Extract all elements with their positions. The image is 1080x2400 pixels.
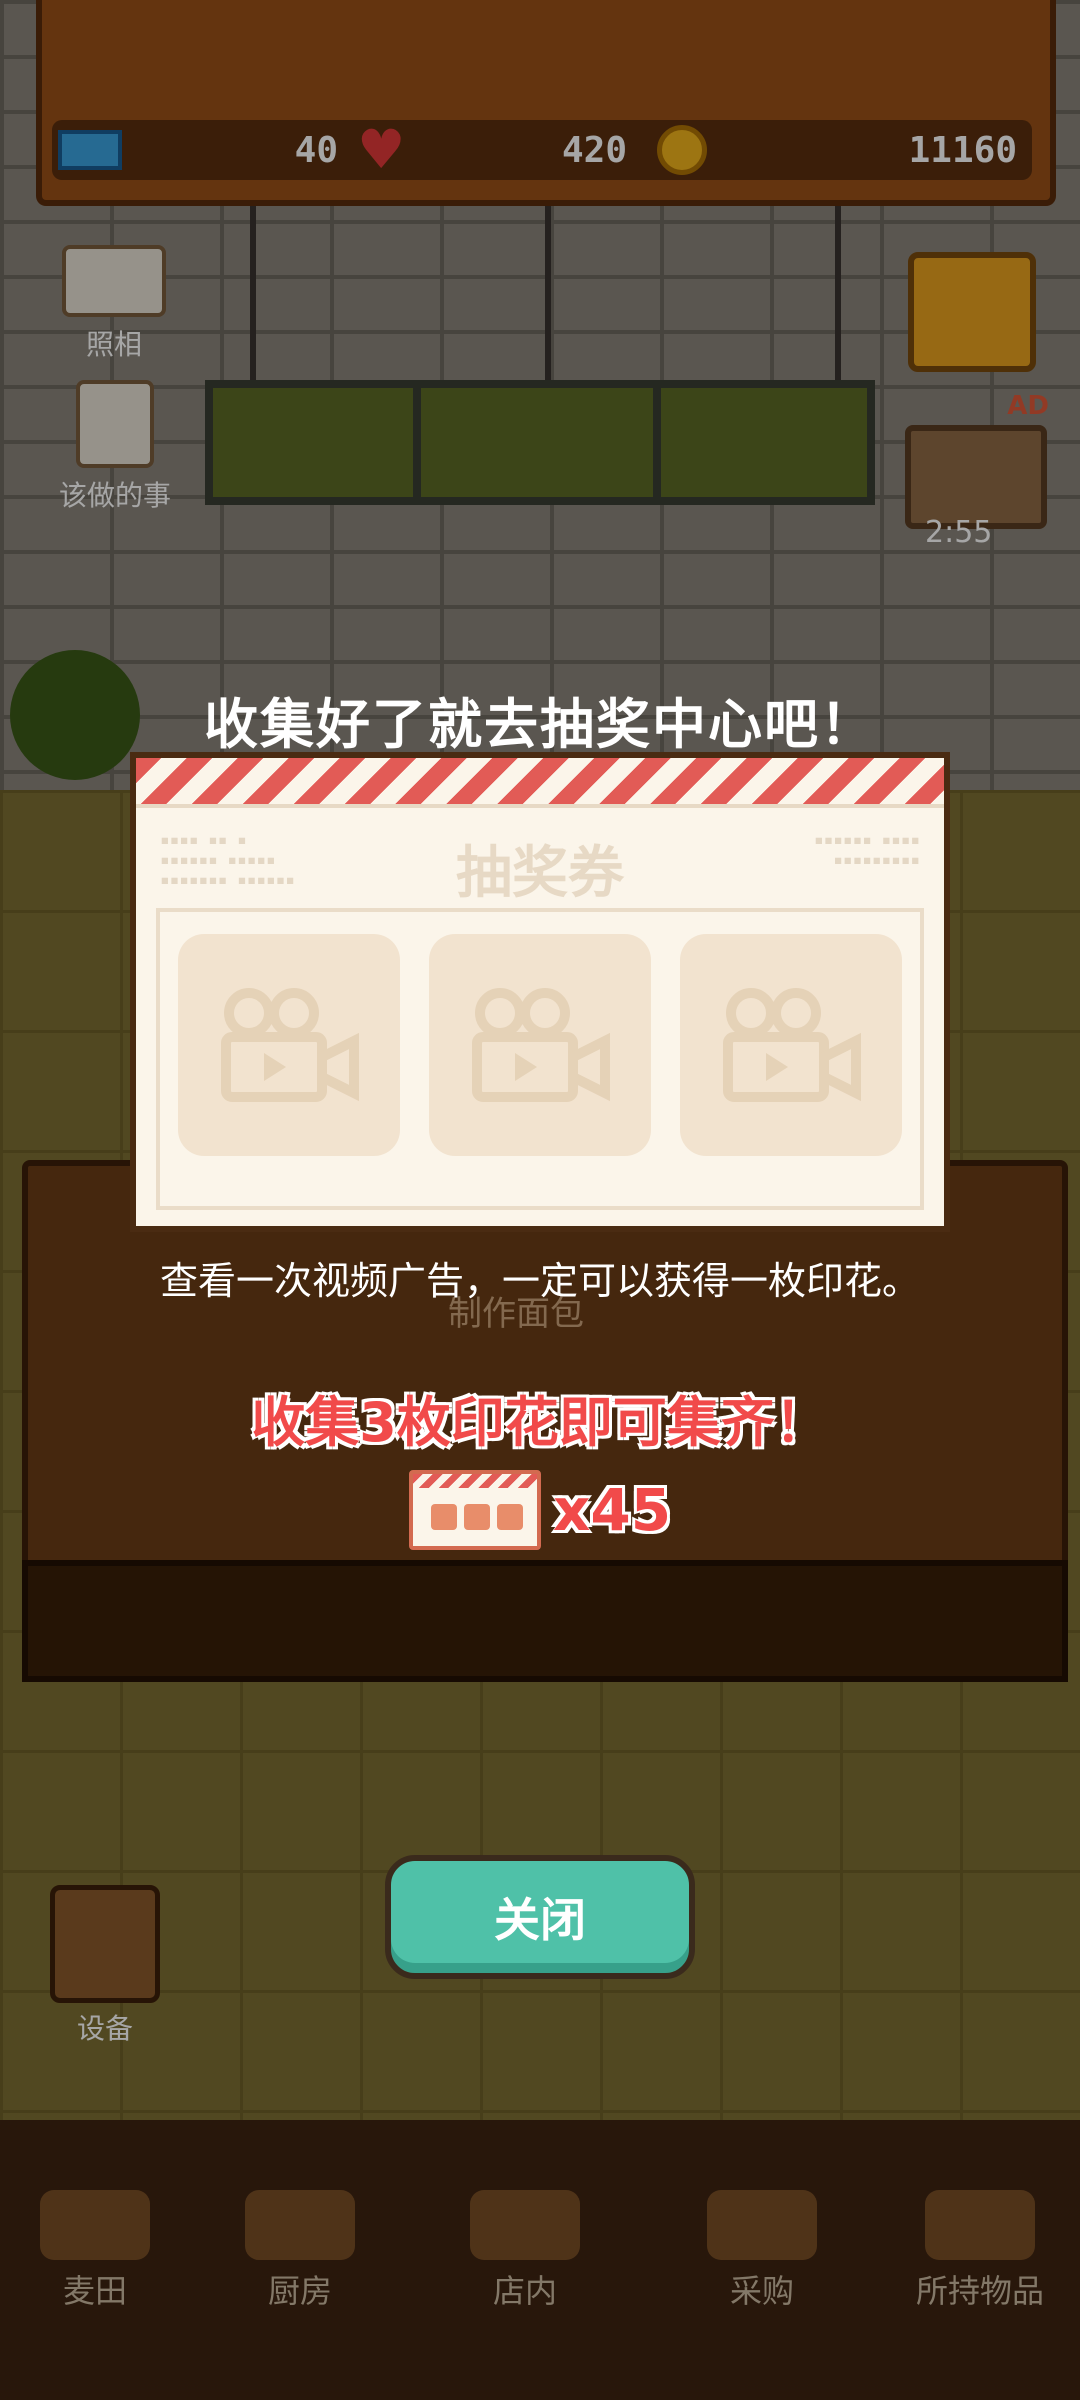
modal-description: 查看一次视频广告，一定可以获得一枚印花。 <box>159 1259 920 1303</box>
collect-hint: 收集3枚印花即可集齐！ <box>251 1391 829 1454</box>
card-stripe <box>136 758 944 808</box>
lottery-ticket-card: ▪▪▪▪ ▪▪ ▪ ▪▪▪▪▪▪ ▪▪▪▪▪ ▪▪▪▪▪▪▪ ▪▪▪▪▪▪ ▪▪▪▪… <box>130 752 950 1232</box>
ticket-count-row: x45 <box>0 1470 1080 1550</box>
video-camera-icon <box>221 988 359 1102</box>
stamp-slot <box>680 934 902 1156</box>
lottery-ticket-icon <box>408 1470 541 1550</box>
stamp-slots <box>156 908 924 1210</box>
video-camera-icon <box>723 988 861 1102</box>
stamp-slot <box>429 934 651 1156</box>
video-camera-icon <box>472 988 610 1102</box>
card-title: 抽奖券 <box>456 841 624 906</box>
modal-headline: 收集好了就去抽奖中心吧！ <box>204 693 876 756</box>
stamp-slot <box>178 934 400 1156</box>
ticket-total: x45 <box>552 1476 672 1544</box>
close-button[interactable]: 关闭 <box>385 1855 695 1979</box>
